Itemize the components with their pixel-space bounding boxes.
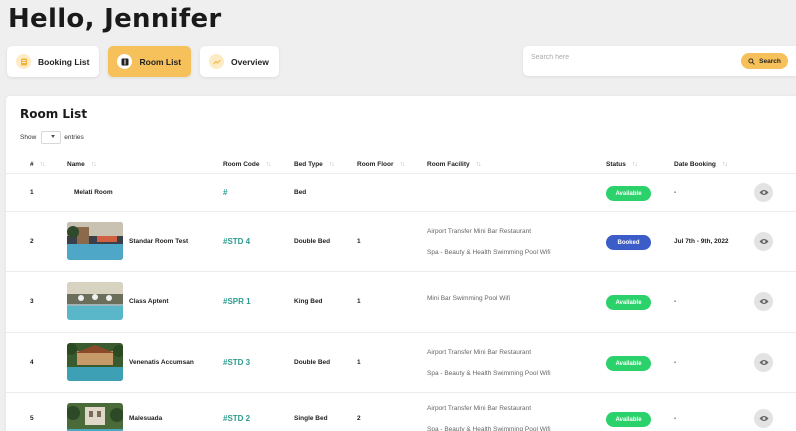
table-row: 2 Standar Room Test #STD 4 Double Bed 1 …: [6, 211, 796, 271]
show-label: Show: [20, 134, 37, 141]
room-code: #STD 2: [223, 414, 251, 423]
view-button[interactable]: [754, 183, 773, 202]
tab-overview[interactable]: Overview: [200, 46, 279, 77]
entries-control: Show entries: [20, 131, 84, 144]
room-name: Malesuada: [129, 415, 163, 422]
bed-type: Double Bed: [294, 359, 331, 366]
tab-room-list[interactable]: Room List: [108, 46, 192, 77]
status-badge: Available: [606, 295, 651, 310]
column-header-room-code[interactable]: Room Code ↑↓: [223, 161, 271, 168]
table-row: 4 Venenatis Accumsan #STD 3 Double Bed 1…: [6, 332, 796, 392]
column-header-status[interactable]: Status ↑↓: [606, 161, 638, 168]
column-header-number[interactable]: # ↑↓: [30, 161, 46, 168]
table-row: 3 Class Aptent #SPR 1 King Bed 1 Mini Ba…: [6, 271, 796, 332]
search-icon: [748, 57, 755, 65]
status-badge: Available: [606, 186, 651, 201]
room-code: #STD 3: [223, 358, 251, 367]
room-name: Standar Room Test: [129, 238, 189, 245]
room-facility: Airport Transfer Mini Bar Restaurant Spa…: [427, 228, 551, 256]
room-name: Melati Room: [74, 189, 113, 196]
table-header: # ↑↓ Name ↑↓ Room Code ↑↓ Bed Type ↑↓ Room F…: [6, 158, 796, 174]
tab-booking-list[interactable]: Booking List: [7, 46, 100, 77]
sort-icon: ↑↓: [90, 161, 97, 168]
room-thumbnail: [67, 343, 123, 381]
column-header-name[interactable]: Name ↑↓: [67, 161, 97, 168]
row-number: 3: [30, 298, 34, 305]
eye-icon: [759, 360, 768, 365]
status-badge: Booked: [606, 235, 651, 250]
row-number: 1: [30, 189, 34, 196]
room-floor: 2: [357, 415, 361, 422]
room-code: #: [223, 188, 228, 197]
status-badge: Available: [606, 356, 651, 371]
room-list-card: Room List Show entries # ↑↓ Name ↑↓ Room C…: [6, 96, 796, 431]
room-name: Venenatis Accumsan: [129, 359, 194, 366]
room-floor: 1: [357, 238, 361, 245]
eye-icon: [759, 239, 768, 244]
table-row: 5 Malesuada #STD 2 Single Bed 2 Airport …: [6, 392, 796, 431]
sort-icon: ↑↓: [475, 161, 482, 168]
row-number: 2: [30, 238, 34, 245]
bed-type: Single Bed: [294, 415, 328, 422]
room-thumbnail: [67, 222, 123, 260]
date-booking: -: [674, 359, 677, 366]
room-code: #STD 4: [223, 237, 251, 246]
sort-icon: ↑↓: [39, 161, 46, 168]
eye-icon: [759, 299, 768, 304]
column-header-date-booking[interactable]: Date Booking ↑↓: [674, 161, 728, 168]
eye-icon: [759, 190, 768, 195]
date-booking: -: [674, 298, 677, 305]
search-input[interactable]: [531, 54, 731, 61]
room-code: #SPR 1: [223, 297, 251, 306]
room-icon: [117, 54, 133, 69]
status-badge: Available: [606, 412, 651, 427]
tab-label: Room List: [139, 56, 182, 67]
entries-select[interactable]: [41, 131, 62, 144]
room-name: Class Aptent: [129, 298, 169, 305]
nav-tabs: Booking List Room List Overview: [7, 46, 279, 77]
room-facility: Airport Transfer Mini Bar Restaurant Spa…: [427, 349, 551, 377]
sort-icon: ↑↓: [399, 161, 405, 168]
room-thumbnail: [67, 282, 123, 320]
row-number: 4: [30, 359, 34, 366]
bed-type: Bed: [294, 189, 307, 196]
column-header-bed-type[interactable]: Bed Type ↑↓: [294, 161, 335, 168]
table-row: 1 Melati Room # Bed Available -: [6, 173, 796, 211]
room-floor: 1: [357, 359, 361, 366]
date-booking: Jul 7th - 9th, 2022: [674, 238, 729, 245]
room-facility: Airport Transfer Mini Bar Restaurant Spa…: [427, 405, 551, 431]
sort-icon: ↑↓: [328, 161, 335, 168]
view-button[interactable]: [754, 409, 773, 428]
view-button[interactable]: [754, 353, 773, 372]
chart-trend-icon: [209, 54, 225, 69]
sort-icon: ↑↓: [265, 161, 271, 168]
room-thumbnail: [67, 403, 123, 431]
bed-type: Double Bed: [294, 238, 331, 245]
date-booking: -: [674, 189, 677, 196]
view-button[interactable]: [754, 292, 773, 311]
booking-icon: [16, 54, 31, 69]
sort-icon: ↑↓: [721, 161, 728, 168]
page-greeting: Hello, Jennifer: [8, 4, 222, 34]
room-list-title: Room List: [20, 107, 88, 121]
search-button[interactable]: Search: [741, 53, 788, 69]
date-booking: -: [674, 415, 677, 422]
tab-label: Booking List: [38, 56, 90, 67]
search-button-label: Search: [759, 57, 781, 65]
room-facility: Mini Bar Swimming Pool Wifi: [427, 295, 511, 302]
entries-label: entries: [64, 134, 84, 141]
sort-icon: ↑↓: [631, 161, 638, 168]
row-number: 5: [30, 415, 34, 422]
eye-icon: [759, 416, 768, 421]
tab-label: Overview: [231, 56, 269, 67]
view-button[interactable]: [754, 232, 773, 251]
search-bar: Search: [523, 46, 796, 76]
bed-type: King Bed: [294, 298, 323, 305]
room-floor: 1: [357, 298, 361, 305]
column-header-room-floor[interactable]: Room Floor ↑↓: [357, 161, 405, 168]
column-header-room-facility[interactable]: Room Facility ↑↓: [427, 161, 482, 168]
